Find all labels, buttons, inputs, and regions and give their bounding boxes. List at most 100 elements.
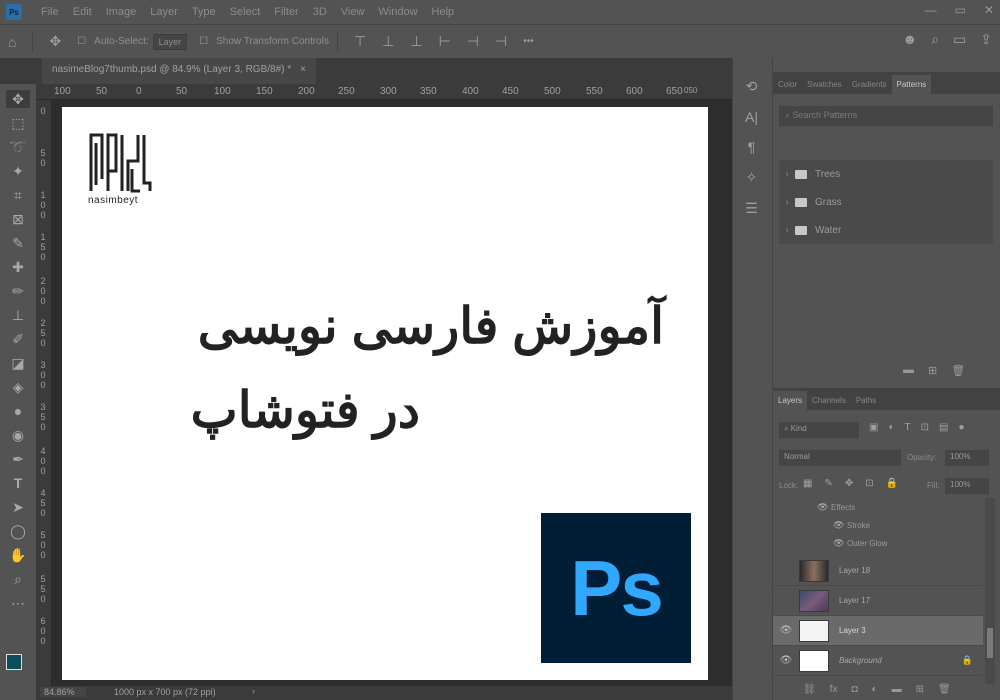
paint-bucket-tool-icon[interactable]: ◈ [6, 378, 30, 396]
glyphs-panel-icon[interactable]: ✧ [746, 169, 758, 186]
tab-gradients[interactable]: Gradients [847, 75, 892, 94]
more-options-icon[interactable]: ••• [523, 36, 534, 47]
shape-filter-icon[interactable]: ⊡ [921, 422, 929, 433]
menu-select[interactable]: Select [223, 6, 268, 18]
chevron-right-icon[interactable]: › [779, 197, 795, 208]
align-center-icon[interactable]: ⊣ [467, 33, 479, 50]
layers-scrollbar[interactable] [985, 498, 995, 684]
layer-row[interactable]: 👁 Layer 3 [773, 616, 983, 646]
menu-filter[interactable]: Filter [267, 6, 305, 18]
hand-tool-icon[interactable]: ✋ [6, 546, 30, 564]
tab-channels[interactable]: Channels [807, 391, 851, 410]
minimize-button[interactable]: — [925, 3, 937, 17]
eye-icon[interactable]: 👁 [773, 625, 799, 636]
character-panel-icon[interactable]: A| [745, 109, 758, 125]
align-top-icon[interactable]: ⊤ [354, 33, 366, 50]
layer-name[interactable]: Background [839, 656, 882, 665]
add-mask-icon[interactable]: ◘ [851, 684, 857, 695]
menu-layer[interactable]: Layer [143, 6, 185, 18]
user-icon[interactable]: ☻ [902, 31, 917, 48]
lock-transparency-icon[interactable]: ▦ [803, 478, 812, 489]
layer-row[interactable]: Layer 17 [773, 586, 983, 616]
align-left-icon[interactable]: ⊢ [439, 33, 451, 50]
eye-icon[interactable]: 👁 [817, 502, 831, 513]
delete-icon[interactable]: 🗑 [951, 364, 965, 377]
type-tool-icon[interactable]: T [6, 474, 30, 492]
layer-name[interactable]: Layer 17 [839, 596, 870, 605]
show-transform-label[interactable]: Show Transform Controls [216, 36, 329, 47]
filter-toggle-icon[interactable]: ● [958, 422, 964, 433]
effect-outer-glow-row[interactable]: 👁 Outer Glow [773, 534, 983, 552]
eye-icon[interactable]: 👁 [833, 520, 847, 531]
zoom-tool-icon[interactable]: ⌕ [6, 570, 30, 588]
frame-tool-icon[interactable]: ⊠ [6, 210, 30, 228]
blur-tool-icon[interactable]: ● [6, 402, 30, 420]
tab-swatches[interactable]: Swatches [802, 75, 847, 94]
blend-mode-dropdown[interactable]: Normal [779, 450, 901, 466]
history-brush-tool-icon[interactable]: ✐ [6, 330, 30, 348]
tab-paths[interactable]: Paths [851, 391, 881, 410]
tab-patterns[interactable]: Patterns [891, 75, 932, 94]
left-ruler[interactable]: 0 5 0 1 0 0 1 5 0 2 0 0 2 5 0 3 0 0 3 5 … [36, 100, 52, 686]
menu-type[interactable]: Type [185, 6, 223, 18]
layer-name[interactable]: Layer 18 [839, 566, 870, 575]
effect-stroke-row[interactable]: 👁 Stroke [773, 516, 983, 534]
menu-3d[interactable]: 3D [306, 6, 334, 18]
smart-object-filter-icon[interactable]: ▤ [939, 422, 948, 433]
menu-file[interactable]: File [34, 6, 66, 18]
align-bottom-icon[interactable]: ⊥ [410, 33, 422, 50]
lasso-tool-icon[interactable]: ➰ [6, 138, 30, 156]
move-tool-preset-icon[interactable]: ✥ [49, 33, 61, 50]
edit-toolbar-icon[interactable]: ⋯ [6, 594, 30, 612]
history-panel-icon[interactable]: ⟲ [746, 78, 758, 95]
layer-name[interactable]: Layer 3 [839, 626, 866, 635]
pattern-folder-grass[interactable]: › Grass [779, 188, 993, 216]
layer-row[interactable]: 👁 Background 🔒 [773, 646, 983, 676]
chevron-right-icon[interactable]: › [779, 225, 795, 236]
layer-kind-filter[interactable]: ⌕ Kind [779, 422, 859, 438]
fill-field[interactable]: 100% [945, 478, 989, 494]
marquee-tool-icon[interactable]: ⬚ [6, 114, 30, 132]
brush-tool-icon[interactable]: ✏ [6, 282, 30, 300]
path-selection-tool-icon[interactable]: ➤ [6, 498, 30, 516]
crop-tool-icon[interactable]: ⌗ [6, 186, 30, 204]
opacity-field[interactable]: 100% [945, 450, 989, 466]
zoom-level-field[interactable]: 84.86% [40, 687, 86, 697]
share-icon[interactable]: ⇪ [980, 31, 992, 48]
magic-wand-tool-icon[interactable]: ✦ [6, 162, 30, 180]
pixel-filter-icon[interactable]: ▣ [869, 422, 878, 433]
search-icon[interactable]: ⌕ [931, 31, 939, 48]
checkbox-icon[interactable]: ☐ [199, 36, 208, 47]
move-tool-icon[interactable]: ✥ [6, 90, 30, 108]
menu-window[interactable]: Window [371, 6, 424, 18]
checkbox-icon[interactable]: ☐ [77, 36, 86, 47]
close-tab-icon[interactable]: × [300, 64, 306, 75]
menu-view[interactable]: View [334, 6, 372, 18]
delete-layer-icon[interactable]: 🗑 [938, 684, 951, 695]
menu-edit[interactable]: Edit [66, 6, 99, 18]
auto-select-dropdown[interactable]: Layer [152, 33, 188, 50]
chevron-right-icon[interactable]: › [779, 169, 795, 180]
type-filter-icon[interactable]: T [905, 422, 911, 433]
new-layer-icon[interactable]: ⊞ [916, 684, 924, 695]
align-middle-icon[interactable]: ⊥ [382, 33, 394, 50]
dodge-tool-icon[interactable]: ◉ [6, 426, 30, 444]
new-pattern-icon[interactable]: ⊞ [928, 364, 937, 377]
lock-all-icon[interactable]: 🔒 [886, 478, 898, 489]
status-menu-arrow-icon[interactable]: › [252, 686, 255, 696]
eye-icon[interactable]: 👁 [773, 655, 799, 666]
eye-icon[interactable]: 👁 [833, 538, 847, 549]
stamp-tool-icon[interactable]: ⊥ [6, 306, 30, 324]
pen-tool-icon[interactable]: ✒ [6, 450, 30, 468]
scrollbar-thumb[interactable] [987, 628, 993, 658]
lock-artboard-icon[interactable]: ⊡ [865, 478, 873, 489]
paragraph-panel-icon[interactable]: ¶ [748, 139, 756, 155]
close-window-button[interactable]: ✕ [984, 3, 994, 17]
search-patterns-input[interactable]: ⌕ Search Patterns [779, 106, 993, 126]
shape-tool-icon[interactable]: ◯ [6, 522, 30, 540]
document-canvas[interactable]: nasimbeyt آموزش فارسی نویسی در فتوشاپ Ps [62, 107, 708, 680]
adjustment-layer-icon[interactable]: ◐ [872, 684, 878, 695]
pattern-folder-water[interactable]: › Water [779, 216, 993, 244]
menu-image[interactable]: Image [99, 6, 144, 18]
new-group-icon[interactable]: ▬ [892, 684, 902, 695]
